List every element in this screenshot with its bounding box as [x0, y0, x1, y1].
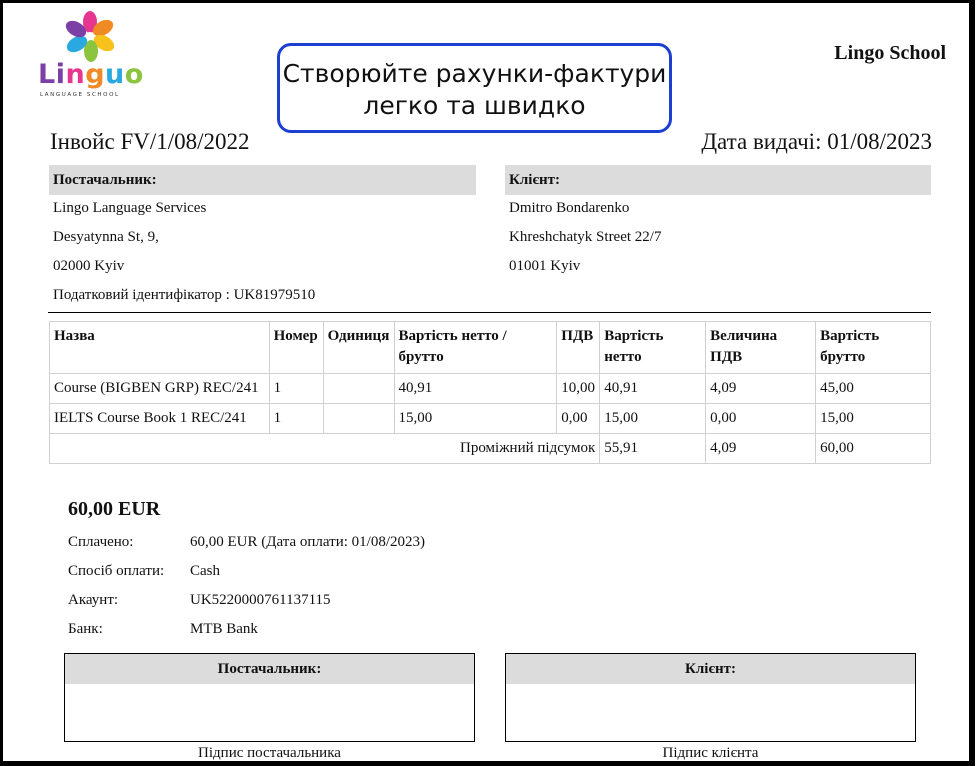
supplier-signature-box: Постачальник: [64, 653, 475, 742]
column-header: Вартість нетто / брутто [393, 321, 558, 374]
payment-method-value: Cash [190, 563, 220, 579]
cell-vat-rate: 0,00 [556, 403, 601, 434]
cell-net: 40,91 [599, 373, 707, 404]
subtotal-net: 55,91 [599, 433, 707, 464]
client-line: Khreshchatyk Street 22/7 [509, 229, 662, 245]
client-heading: Клієнт: [505, 165, 931, 195]
client-signature-heading: Клієнт: [506, 654, 915, 684]
subtotal-label: Проміжний підсумок [48, 433, 601, 464]
column-header: Вартість нетто [599, 321, 707, 374]
cell-vat-amount: 0,00 [705, 403, 817, 434]
cell-name: Course (BIGBEN GRP) REC/241 [49, 373, 270, 404]
client-signature-caption: Підпис клієнта [662, 745, 759, 761]
account-label: Акаунт: [68, 592, 119, 608]
total-amount: 60,00 EUR [68, 498, 161, 520]
cell-quantity: 1 [268, 373, 324, 404]
supplier-signature-caption: Підпис постачальника [198, 745, 341, 761]
column-header: Вартість брутто [815, 321, 931, 374]
cell-quantity: 1 [268, 403, 324, 434]
issue-date: Дата видачі: 01/08/2023 [701, 129, 932, 154]
supplier-line: Lingo Language Services [53, 200, 207, 216]
client-block: Клієнт: [505, 165, 931, 195]
cell-gross: 45,00 [815, 373, 931, 404]
client-line: 01001 Kyiv [509, 258, 581, 274]
supplier-block: Постачальник: [49, 165, 476, 195]
table-row: Course (BIGBEN GRP) REC/241 1 40,91 10,0… [49, 373, 931, 404]
column-header: Величина ПДВ [705, 321, 817, 374]
bank-value: MTB Bank [190, 621, 258, 637]
logo-wordmark: Linguo [38, 59, 144, 90]
cell-vat-amount: 4,09 [705, 373, 817, 404]
linguo-logo: Linguo LANGUAGE SCHOOL [38, 8, 148, 102]
company-name: Lingo School [834, 42, 946, 64]
invoice-title: Інвойс FV/1/08/2022 [50, 129, 250, 154]
divider [48, 312, 931, 313]
cell-unit-price: 15,00 [393, 403, 558, 434]
paid-value: 60,00 EUR (Дата оплати: 01/08/2023) [190, 534, 426, 550]
paid-label: Сплачено: [68, 534, 134, 550]
column-header: Назва [49, 321, 270, 374]
payment-method-label: Спосіб оплати: [68, 563, 165, 579]
cell-unit [322, 403, 395, 434]
subtotal-gross: 60,00 [815, 433, 931, 464]
cell-unit-price: 40,91 [393, 373, 558, 404]
cell-name: IELTS Course Book 1 REC/241 [49, 403, 270, 434]
subtotal-vat: 4,09 [705, 433, 817, 464]
cell-unit [322, 373, 395, 404]
cell-gross: 15,00 [815, 403, 931, 434]
cell-net: 15,00 [599, 403, 707, 434]
subtotal-row: Проміжний підсумок 55,91 4,09 60,00 [48, 433, 931, 464]
supplier-line: 02000 Kyiv [53, 258, 125, 274]
client-signature-box: Клієнт: [505, 653, 916, 742]
cell-vat-rate: 10,00 [556, 373, 601, 404]
account-value: UK5220000761137115 [190, 592, 331, 608]
column-header: ПДВ [556, 321, 601, 374]
supplier-signature-heading: Постачальник: [65, 654, 474, 684]
items-table: Назва Номер Одиниця Вартість нетто / бру… [48, 321, 931, 464]
supplier-line: Desyatynna St, 9, [53, 229, 159, 245]
supplier-heading: Постачальник: [49, 165, 476, 195]
table-row: IELTS Course Book 1 REC/241 1 15,00 0,00… [49, 403, 931, 434]
column-header: Одиниця [322, 321, 395, 374]
table-header-row: Назва Номер Одиниця Вартість нетто / бру… [49, 321, 931, 374]
logo-subtitle: LANGUAGE SCHOOL [40, 92, 120, 98]
supplier-tax-id: Податковий ідентифікатор : UK81979510 [53, 287, 316, 303]
client-line: Dmitro Bondarenko [509, 200, 630, 216]
promo-callout: Створюйте рахунки-фактури легко та швидк… [277, 43, 672, 133]
column-header: Номер [268, 321, 324, 374]
bank-label: Банк: [68, 621, 103, 637]
flower-logo-icon [65, 11, 115, 62]
